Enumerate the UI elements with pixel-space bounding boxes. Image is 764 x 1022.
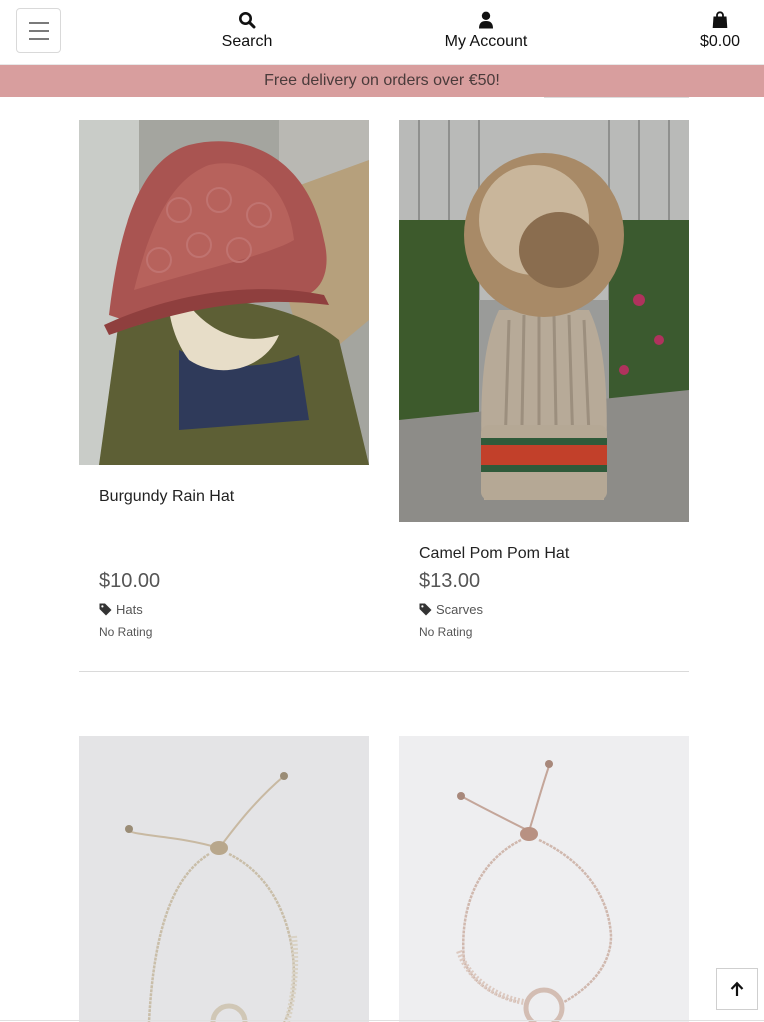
shopping-bag-link[interactable]: $0.00 xyxy=(690,10,750,51)
product-card xyxy=(79,736,369,1022)
menu-toggle-button[interactable] xyxy=(16,8,61,53)
product-image[interactable] xyxy=(79,120,369,465)
site-header: Search My Account $0.00 xyxy=(0,0,764,65)
bag-total: $0.00 xyxy=(699,33,741,50)
product-price: $10.00 xyxy=(99,570,161,592)
product-card: Camel Pom Pom Hat $13.00 Scarves No Rati… xyxy=(399,120,689,660)
product-rating: No Rating xyxy=(419,625,473,639)
product-image[interactable] xyxy=(399,120,689,522)
back-to-top-button[interactable] xyxy=(716,968,758,1010)
product-rating: No Rating xyxy=(99,625,153,639)
product-category: Hats xyxy=(116,602,143,617)
product-price: $13.00 xyxy=(419,570,481,592)
tag-icon xyxy=(99,603,112,616)
search-icon xyxy=(212,10,282,30)
sort-select-edge[interactable] xyxy=(544,97,689,99)
delivery-banner-text: Free delivery on orders over €50! xyxy=(264,72,500,89)
user-icon xyxy=(436,10,536,30)
product-category-link[interactable]: Hats xyxy=(99,602,143,617)
search-label: Search xyxy=(221,33,273,50)
page-bottom-edge xyxy=(0,1020,764,1021)
product-title[interactable]: Burgundy Rain Hat xyxy=(99,488,234,506)
product-category-link[interactable]: Scarves xyxy=(419,602,483,617)
product-image[interactable] xyxy=(79,736,369,1022)
shopping-bag-icon xyxy=(690,10,750,30)
arrow-up-icon xyxy=(730,981,744,996)
delivery-banner: Free delivery on orders over €50! xyxy=(0,65,764,97)
account-label: My Account xyxy=(444,33,528,50)
product-title[interactable]: Camel Pom Pom Hat xyxy=(419,545,569,563)
product-image[interactable] xyxy=(399,736,689,1022)
row-divider xyxy=(79,671,689,672)
product-card xyxy=(399,736,689,1022)
search-nav-link[interactable]: Search xyxy=(212,10,282,51)
hamburger-icon xyxy=(28,21,49,24)
product-card: Burgundy Rain Hat $10.00 Hats No Rating xyxy=(79,120,369,660)
tag-icon xyxy=(419,603,432,616)
account-nav-link[interactable]: My Account xyxy=(436,10,536,51)
product-category: Scarves xyxy=(436,602,483,617)
